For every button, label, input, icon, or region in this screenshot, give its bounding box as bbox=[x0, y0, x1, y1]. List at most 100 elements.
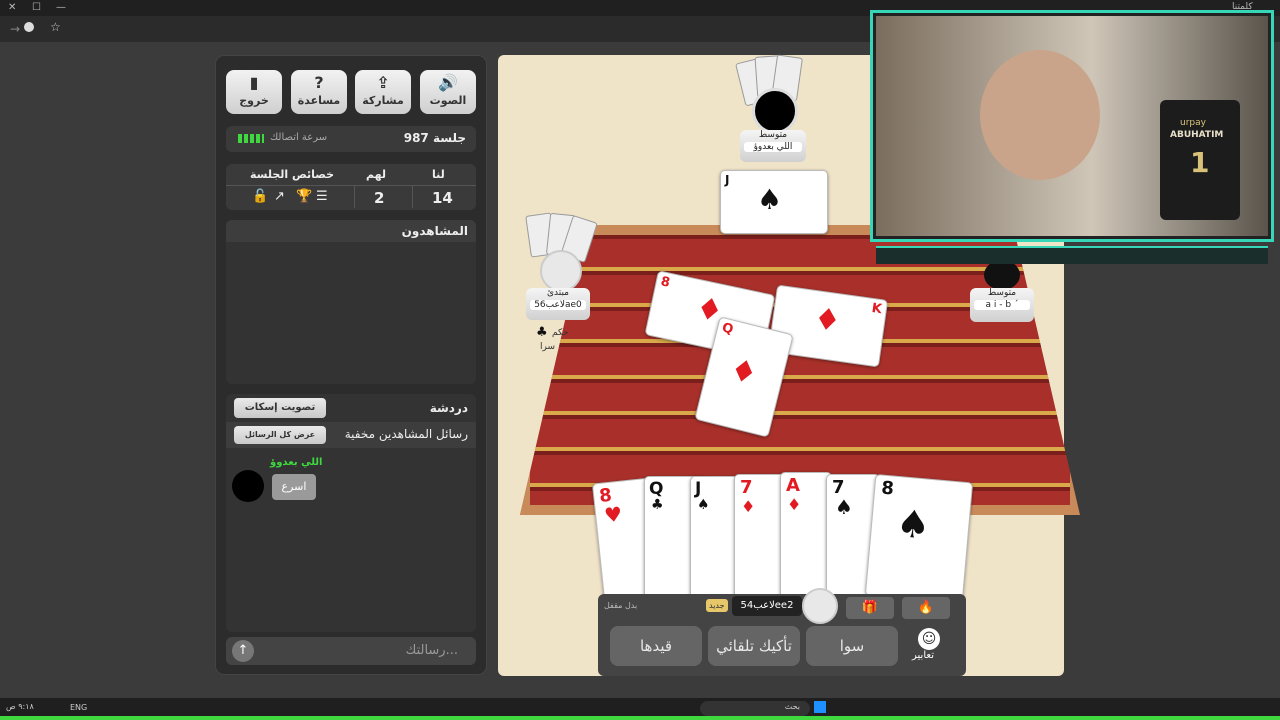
minimize-icon[interactable]: — bbox=[56, 2, 66, 13]
arrow-icon: ↗ bbox=[274, 189, 285, 204]
divider bbox=[226, 185, 476, 186]
qaydha-button[interactable]: قيدها bbox=[610, 626, 702, 666]
bookmark-star-icon[interactable]: ☆ bbox=[50, 20, 61, 34]
message-input[interactable]: ↑ رسالتك... bbox=[226, 637, 476, 665]
card-rank: J bbox=[695, 479, 702, 499]
card-rank: J bbox=[725, 173, 730, 187]
sawa-button[interactable]: سوا bbox=[806, 626, 898, 666]
overlay-bottom-bar bbox=[876, 246, 1268, 264]
score-board: خصائص الجلسة لهم لنا 🔓 ↗ 🏆 ☰ 2 14 bbox=[226, 164, 476, 210]
hand-card[interactable]: 8 ♠ bbox=[864, 473, 974, 605]
clock: ٩:١٨ ص bbox=[6, 702, 34, 711]
card-suit: ♠ bbox=[757, 183, 783, 216]
left-player-name: لاعب56ae0 bbox=[530, 300, 586, 310]
search-label: بحث bbox=[784, 702, 800, 711]
jersey-brand: urpay bbox=[1180, 118, 1206, 128]
top-player-level: متوسط bbox=[758, 130, 788, 140]
gift-icon[interactable]: 🎁 bbox=[846, 597, 894, 619]
card-rank: Q bbox=[649, 479, 664, 499]
share-label: مشاركة bbox=[362, 94, 404, 107]
chat-box: دردشة تصويت إسكات رسائل المشاهدين مخفية … bbox=[226, 394, 476, 632]
close-icon[interactable]: ✕ bbox=[8, 2, 16, 13]
card-rank: 7 bbox=[740, 477, 753, 498]
divider bbox=[412, 186, 413, 208]
my-name: لاعب54ee2 bbox=[732, 596, 802, 616]
message-placeholder: رسالتك... bbox=[405, 643, 458, 658]
webcam-overlay: urpay ABUHATIM 1 bbox=[870, 10, 1274, 268]
site-icon bbox=[24, 22, 34, 32]
emotes-label: تعابير bbox=[912, 650, 934, 661]
windows-start-icon[interactable] bbox=[814, 701, 826, 713]
right-player-tag: متوسط a i - b ´ bbox=[970, 288, 1034, 322]
maximize-icon[interactable]: ☐ bbox=[32, 2, 41, 13]
share-button[interactable]: ⇪ مشاركة bbox=[355, 70, 411, 114]
share-icon: ⇪ bbox=[376, 73, 390, 92]
card-suit: ♠ bbox=[894, 501, 933, 548]
door-icon: ▮ bbox=[249, 73, 259, 92]
session-bar: سرعة اتصالك جلسة 987 bbox=[226, 126, 476, 152]
club-icon: ♣ bbox=[536, 325, 548, 340]
top-player-avatar bbox=[752, 88, 798, 134]
left-player-secret-tag: سرا bbox=[540, 342, 556, 352]
card-suit: ♦ bbox=[787, 495, 802, 514]
exit-label: خروج bbox=[239, 94, 269, 107]
connection-label: سرعة اتصالك bbox=[270, 132, 328, 143]
back-icon[interactable]: → bbox=[10, 22, 20, 36]
jersey: urpay ABUHATIM 1 bbox=[1160, 100, 1240, 220]
signal-icon bbox=[238, 134, 264, 143]
list-icon: ☰ bbox=[316, 189, 328, 204]
help-label: مساعدة bbox=[297, 94, 341, 107]
taskbar-search[interactable]: بحث bbox=[700, 701, 810, 716]
card-rank: 8 bbox=[880, 477, 895, 500]
spectators-title: المشاهدون bbox=[401, 224, 468, 238]
smiley-icon: ☺ bbox=[918, 628, 940, 650]
streamer-face bbox=[980, 50, 1100, 180]
them-score: 2 bbox=[374, 189, 385, 207]
chat-title: دردشة bbox=[429, 401, 468, 415]
card-rank: 8 bbox=[659, 274, 672, 291]
emotes-button[interactable]: ☺ تعابير bbox=[906, 626, 950, 668]
hand-card[interactable]: A ♦ bbox=[780, 472, 832, 600]
swap-locked-label: بدل مقفل bbox=[604, 601, 638, 610]
spectators-box: المشاهدون bbox=[226, 220, 476, 384]
flame-icon[interactable]: 🔥 bbox=[902, 597, 950, 619]
accent-strip bbox=[0, 716, 1280, 720]
my-avatar bbox=[802, 588, 838, 624]
jersey-number: 1 bbox=[1190, 146, 1210, 179]
help-button[interactable]: ? مساعدة bbox=[291, 70, 347, 114]
sound-button[interactable]: 🔊 الصوت bbox=[420, 70, 476, 114]
table-card: J ♠ bbox=[720, 170, 828, 234]
trophy-icon: 🏆 bbox=[296, 189, 313, 204]
new-badge: جديد bbox=[706, 599, 728, 612]
mute-vote-button[interactable]: تصويت إسكات bbox=[234, 398, 326, 418]
card-suit: ♥ bbox=[603, 501, 624, 528]
auto-confirm-button[interactable]: تأكيك تلقائي bbox=[708, 626, 800, 666]
left-player-tag: مبتدئ لاعب56ae0 bbox=[526, 288, 590, 320]
left-player-judge-tag: حكم bbox=[552, 328, 569, 338]
language-indicator[interactable]: ENG bbox=[70, 703, 87, 712]
card-suit: ♦ bbox=[811, 301, 843, 340]
spectators-header: المشاهدون bbox=[226, 220, 476, 242]
jersey-name: ABUHATIM bbox=[1170, 130, 1224, 140]
card-suit: ♣ bbox=[651, 497, 664, 513]
divider bbox=[354, 186, 355, 208]
top-player-name: اللي بعدوؤ bbox=[744, 142, 802, 152]
show-all-messages-button[interactable]: عرض كل الرسائل bbox=[234, 426, 326, 444]
question-icon: ? bbox=[314, 73, 324, 92]
right-player-level: متوسط bbox=[987, 288, 1017, 298]
card-suit: ♦ bbox=[741, 497, 756, 516]
send-icon[interactable]: ↑ bbox=[232, 640, 254, 662]
card-rank: K bbox=[870, 300, 883, 318]
speaker-icon: 🔊 bbox=[438, 73, 458, 92]
us-label: لنا bbox=[432, 168, 445, 181]
session-title: جلسة 987 bbox=[403, 131, 466, 145]
hidden-messages-label: رسائل المشاهدين مخفية bbox=[344, 427, 468, 441]
exit-button[interactable]: ▮ خروج bbox=[226, 70, 282, 114]
card-suit: ♠ bbox=[697, 497, 710, 513]
card-suit: ♦ bbox=[726, 352, 761, 393]
left-player-level: مبتدئ bbox=[546, 288, 570, 298]
right-player-name: a i - b ´ bbox=[974, 300, 1030, 310]
top-player-tag: متوسط اللي بعدوؤ bbox=[740, 130, 806, 162]
chat-username: اللي بعدوؤ bbox=[270, 457, 323, 468]
left-player-avatar bbox=[540, 250, 582, 292]
